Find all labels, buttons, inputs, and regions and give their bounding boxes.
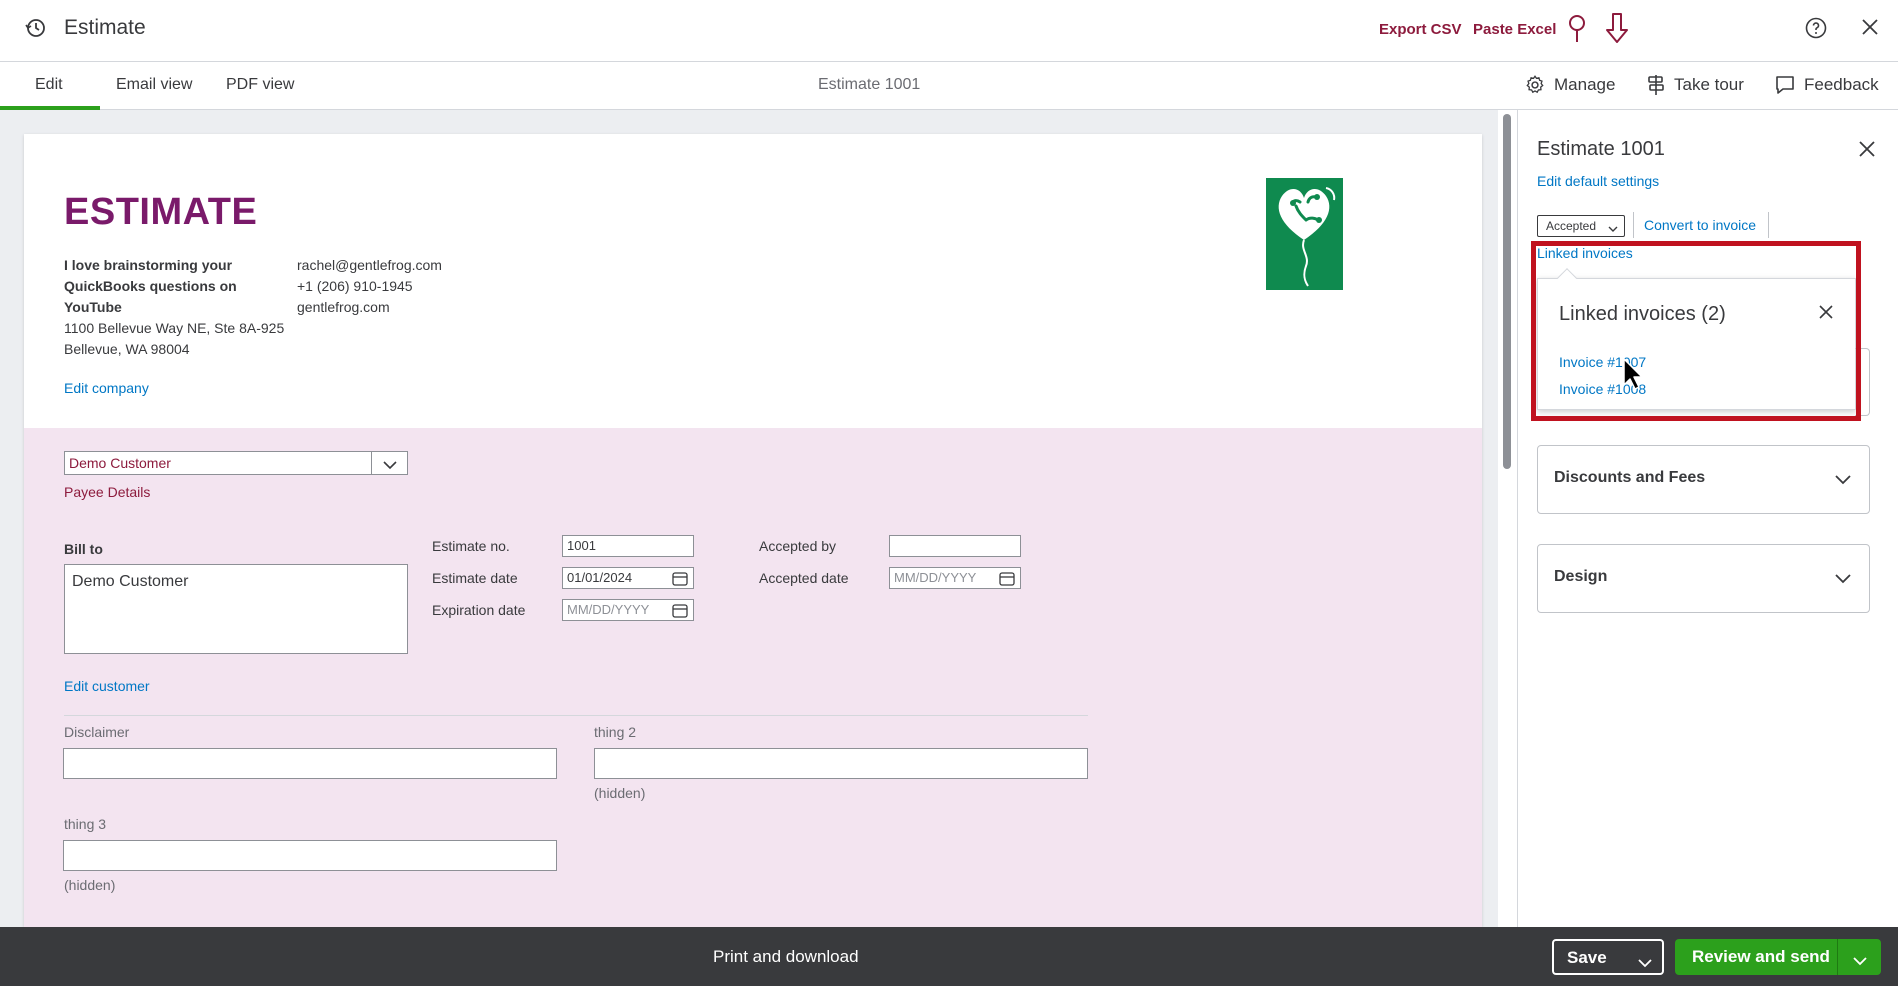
section-label: Discounts and Fees xyxy=(1554,469,1706,486)
bill-to-field[interactable]: Demo Customer xyxy=(64,564,408,654)
estimate-date-value: 01/01/2024 xyxy=(567,570,633,585)
take-tour-button[interactable]: Take tour xyxy=(1646,74,1744,96)
tab-edit[interactable]: Edit xyxy=(35,76,63,94)
estimate-no-label: Estimate no. xyxy=(432,538,510,554)
review-and-send-label: Review and send xyxy=(1692,947,1830,966)
edit-customer-link[interactable]: Edit customer xyxy=(64,678,150,694)
download-arrow-icon[interactable] xyxy=(1603,12,1631,49)
manage-button[interactable]: Manage xyxy=(1524,74,1615,96)
frog-logo[interactable] xyxy=(1266,178,1343,290)
company-name-line: YouTube xyxy=(64,299,122,315)
history-icon[interactable] xyxy=(24,16,50,42)
disclaimer-field[interactable] xyxy=(63,748,557,779)
page-title: Estimate xyxy=(64,16,146,39)
company-phone: +1 (206) 910-1945 xyxy=(297,278,413,294)
save-button[interactable]: Save xyxy=(1552,939,1664,975)
company-name-line: I love brainstorming your xyxy=(64,257,233,273)
save-label: Save xyxy=(1567,948,1607,967)
thing-2-field[interactable] xyxy=(594,748,1088,779)
company-info: I love brainstorming your QuickBooks que… xyxy=(64,255,294,360)
tab-pdf-view[interactable]: PDF view xyxy=(226,76,294,94)
custom-field-label: Disclaimer xyxy=(64,724,130,740)
manage-label: Manage xyxy=(1554,75,1616,94)
customer-select-value: Demo Customer xyxy=(69,455,171,471)
tour-icon xyxy=(1648,75,1664,95)
section-divider xyxy=(64,715,1088,716)
tab-email-view[interactable]: Email view xyxy=(116,76,192,94)
edit-company-link[interactable]: Edit company xyxy=(64,380,149,396)
expiration-date-label: Expiration date xyxy=(432,602,526,618)
design-section[interactable]: Design xyxy=(1537,544,1870,613)
top-bar: Estimate Export CSV Paste Excel xyxy=(0,0,1898,62)
company-email: rachel@gentlefrog.com xyxy=(297,257,442,273)
chevron-down-icon xyxy=(1835,571,1851,589)
print-and-download-button[interactable]: Print and download xyxy=(713,947,859,967)
cursor-icon xyxy=(1622,357,1644,396)
edit-default-settings-link[interactable]: Edit default settings xyxy=(1537,173,1659,189)
canvas-scrollbar[interactable] xyxy=(1503,114,1511,469)
chevron-down-icon xyxy=(1835,472,1851,490)
accepted-by-label: Accepted by xyxy=(759,538,837,554)
calendar-icon[interactable] xyxy=(672,571,688,589)
help-icon[interactable] xyxy=(1804,16,1828,45)
bottom-action-bar: Print and download Save Review and send xyxy=(0,927,1898,986)
hidden-note: (hidden) xyxy=(594,785,646,801)
estimate-no-value: 1001 xyxy=(567,538,596,553)
paste-excel-link[interactable]: Paste Excel xyxy=(1473,21,1556,38)
estimate-no-field[interactable]: 1001 xyxy=(562,535,694,557)
export-csv-link[interactable]: Export CSV xyxy=(1379,21,1462,38)
company-name-line: QuickBooks questions on xyxy=(64,278,237,294)
estimate-side-panel: Estimate 1001 Edit default settings Acce… xyxy=(1517,110,1898,927)
close-icon[interactable] xyxy=(1860,17,1880,42)
review-and-send-button[interactable]: Review and send xyxy=(1675,939,1881,975)
accepted-date-placeholder: MM/DD/YYYY xyxy=(894,570,977,585)
calendar-icon[interactable] xyxy=(999,571,1015,589)
estimate-heading: ESTIMATE xyxy=(64,191,258,233)
take-tour-label: Take tour xyxy=(1674,75,1744,94)
feedback-button[interactable]: Feedback xyxy=(1774,74,1879,96)
section-label: Design xyxy=(1554,568,1608,585)
accepted-by-field[interactable] xyxy=(889,535,1021,557)
expiration-date-placeholder: MM/DD/YYYY xyxy=(567,602,650,617)
estimate-date-field[interactable]: 01/01/2024 xyxy=(562,567,694,589)
hidden-note: (hidden) xyxy=(64,877,116,893)
chevron-down-icon xyxy=(1608,222,1618,236)
panel-title: Estimate 1001 xyxy=(1537,138,1665,160)
chevron-down-icon[interactable] xyxy=(1853,951,1867,971)
close-icon[interactable] xyxy=(1858,140,1876,163)
custom-field-label: thing 2 xyxy=(594,724,637,740)
annotation-highlight-box xyxy=(1531,241,1861,421)
convert-to-invoice-link[interactable]: Convert to invoice xyxy=(1644,217,1756,233)
accepted-date-field[interactable]: MM/DD/YYYY xyxy=(889,567,1021,589)
gear-icon xyxy=(1526,75,1544,94)
address-line: Bellevue, WA 98004 xyxy=(64,341,190,357)
calendar-icon[interactable] xyxy=(672,603,688,621)
chevron-down-icon[interactable] xyxy=(383,457,397,473)
estimate-sheet: ESTIMATE I love brainstorming your Quick… xyxy=(24,134,1482,927)
chevron-down-icon[interactable] xyxy=(1638,953,1652,973)
payee-details-link[interactable]: Payee Details xyxy=(64,484,150,500)
status-select[interactable]: Accepted xyxy=(1537,215,1625,237)
customer-select[interactable]: Demo Customer xyxy=(64,451,408,475)
button-divider xyxy=(1837,939,1838,975)
status-divider xyxy=(1768,212,1769,238)
status-value: Accepted xyxy=(1546,219,1597,233)
bill-to-label: Bill to xyxy=(64,541,103,557)
custom-field-label: thing 3 xyxy=(64,816,107,832)
feedback-icon xyxy=(1776,76,1794,94)
status-divider xyxy=(1633,212,1634,238)
feedback-label: Feedback xyxy=(1804,75,1879,94)
select-divider xyxy=(371,452,372,474)
company-website: gentlefrog.com xyxy=(297,299,390,315)
tab-bar: Edit Email view PDF view Estimate 1001 M… xyxy=(0,62,1898,110)
discounts-and-fees-section[interactable]: Discounts and Fees xyxy=(1537,445,1870,514)
expiration-date-field[interactable]: MM/DD/YYYY xyxy=(562,599,694,621)
pin-icon[interactable] xyxy=(1565,14,1589,49)
address-line: 1100 Bellevue Way NE, Ste 8A-925 xyxy=(64,320,285,336)
accepted-date-label: Accepted date xyxy=(759,570,849,586)
estimate-date-label: Estimate date xyxy=(432,570,518,586)
company-contact: rachel@gentlefrog.com +1 (206) 910-1945 … xyxy=(297,255,442,318)
thing-3-field[interactable] xyxy=(63,840,557,871)
document-title: Estimate 1001 xyxy=(818,76,921,93)
